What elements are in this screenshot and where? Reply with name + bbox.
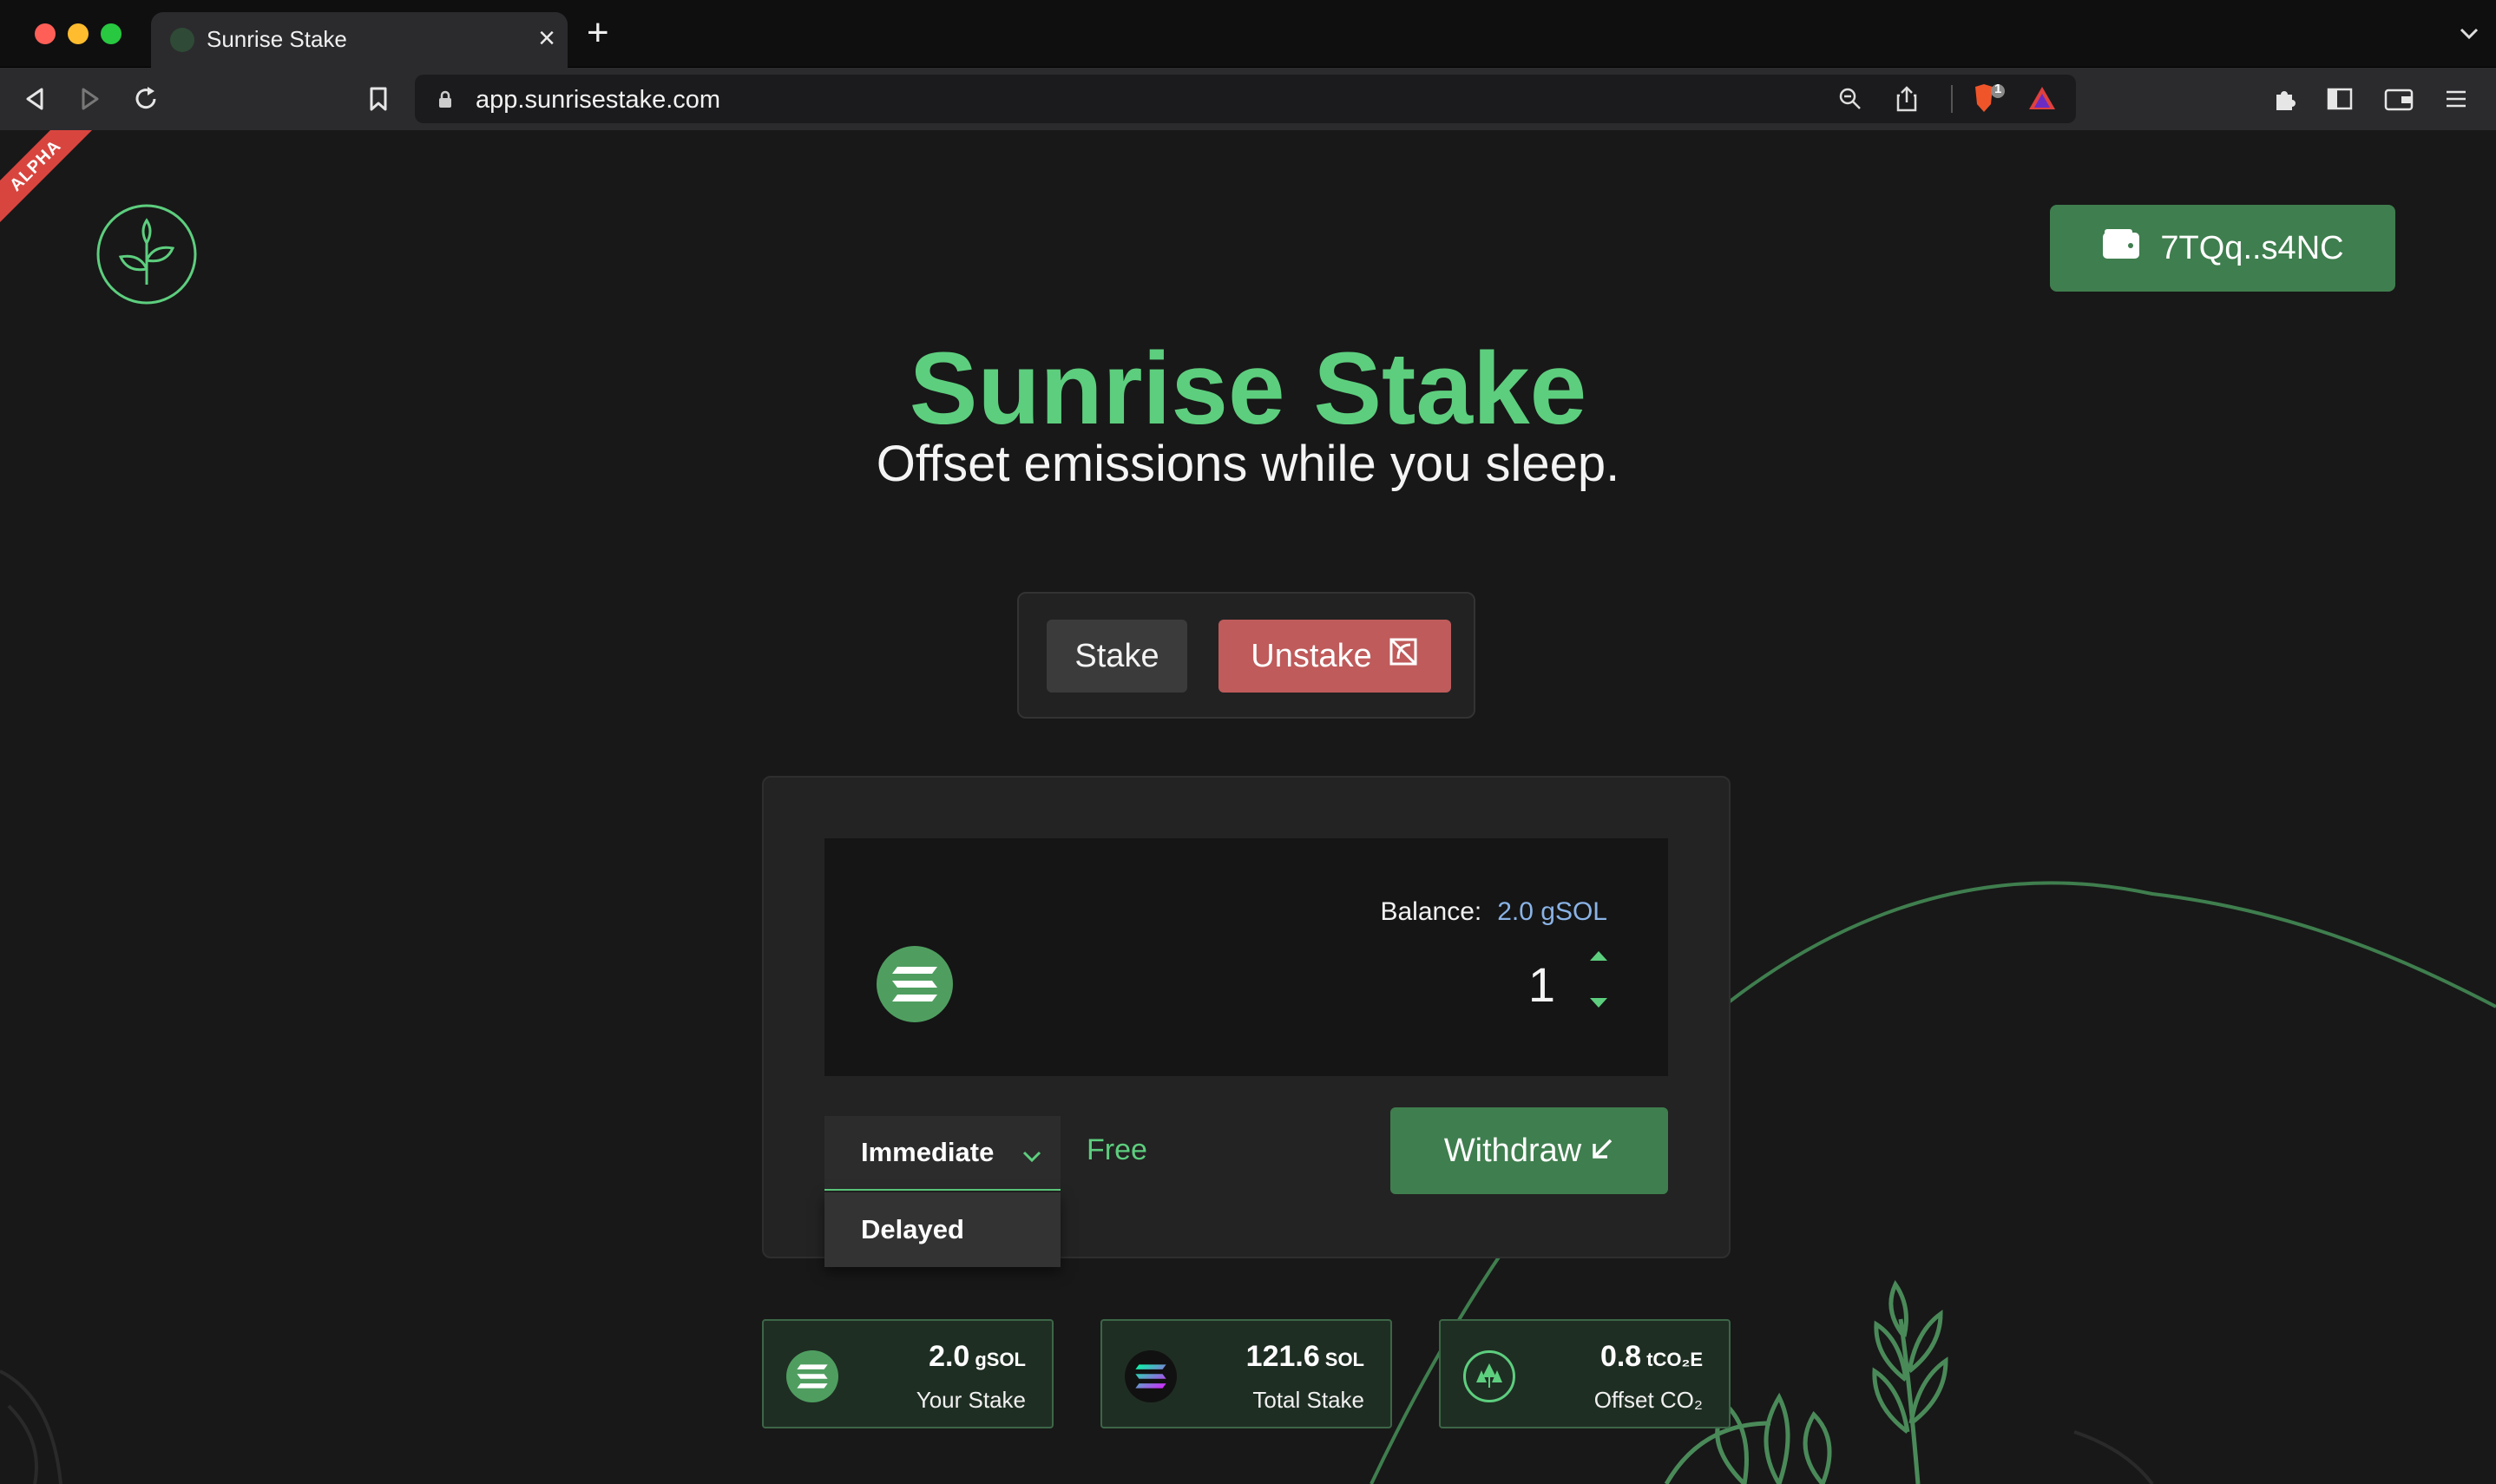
withdraw-button[interactable]: Withdraw <box>1390 1107 1668 1194</box>
stat-label: Offset CO₂ <box>1593 1387 1703 1413</box>
unstake-label: Unstake <box>1251 637 1372 674</box>
sol-token-icon <box>1125 1350 1177 1402</box>
app-page: ALPHA 7TQq..s4NC Sunrise Stake Offset em… <box>0 130 2496 1484</box>
page-title: Sunrise Stake <box>909 332 1587 446</box>
balance-label: Balance: <box>1380 897 1482 926</box>
reload-button[interactable] <box>125 78 167 120</box>
amount-input-box: Balance: 2.0 gSOL 1 <box>824 838 1668 1076</box>
unstake-tab[interactable]: Unstake <box>1218 620 1451 693</box>
stake-tab[interactable]: Stake <box>1047 620 1187 693</box>
chevron-down-icon <box>1022 1139 1041 1170</box>
fee-label: Free <box>1087 1133 1147 1166</box>
stat-value: 121.6 SOL <box>1246 1340 1364 1374</box>
favicon-icon <box>170 28 194 52</box>
wallet-address: 7TQq..s4NC <box>2160 229 2344 266</box>
balance-value[interactable]: 2.0 gSOL <box>1497 897 1607 926</box>
mode-switch: Stake Unstake <box>1017 592 1475 719</box>
url-text: app.sunrisestake.com <box>476 86 721 114</box>
amount-input[interactable]: 1 <box>1528 956 1555 1013</box>
withdraw-mode-selected: Immediate <box>861 1137 995 1167</box>
stat-value: 0.8 tCO₂E <box>1600 1340 1703 1374</box>
new-tab-button[interactable]: + <box>587 14 609 52</box>
wallet-icon <box>2101 227 2141 269</box>
gsol-token-icon <box>877 946 953 1022</box>
extensions-icon[interactable] <box>2263 78 2305 120</box>
arrow-down-left-icon <box>1590 1133 1614 1170</box>
increment-arrow-icon[interactable] <box>1590 951 1607 961</box>
zoom-icon[interactable] <box>1838 87 1862 115</box>
lock-icon <box>437 90 453 114</box>
stat-number: 2.0 <box>929 1340 970 1373</box>
stat-unit: tCO₂E <box>1646 1349 1703 1370</box>
withdraw-mode-select[interactable]: Immediate <box>824 1116 1061 1191</box>
alpha-ribbon: ALPHA <box>0 130 99 229</box>
sidebar-icon[interactable] <box>2319 78 2361 120</box>
forest-icon <box>1463 1350 1515 1402</box>
stat-label: Total Stake <box>1252 1387 1364 1413</box>
close-window-button[interactable] <box>35 23 56 44</box>
bookmark-button[interactable] <box>358 78 399 120</box>
unstake-panel: Balance: 2.0 gSOL 1 Immediate Delayed Fre… <box>762 776 1731 1267</box>
stat-unit: gSOL <box>975 1349 1026 1370</box>
stat-offset-co2: 0.8 tCO₂E Offset CO₂ <box>1439 1319 1731 1428</box>
tab-list-chevron-icon[interactable] <box>2460 19 2479 46</box>
browser-tab-strip: Sunrise Stake × + <box>0 0 2496 68</box>
brave-shield-icon[interactable]: 1 <box>1972 82 2007 119</box>
zoom-window-button[interactable] <box>101 23 122 44</box>
stat-value: 2.0 gSOL <box>929 1340 1026 1374</box>
decrement-arrow-icon[interactable] <box>1590 998 1607 1008</box>
gsol-token-icon <box>786 1350 838 1402</box>
stat-number: 121.6 <box>1245 1340 1320 1373</box>
close-tab-icon[interactable]: × <box>538 21 555 56</box>
stat-your-stake: 2.0 gSOL Your Stake <box>762 1319 1054 1428</box>
browser-tab[interactable]: Sunrise Stake × <box>151 12 568 68</box>
shield-badge: 1 <box>1994 82 2002 96</box>
back-button[interactable] <box>14 78 56 120</box>
browser-toolbar: app.sunrisestake.com 1 <box>0 68 2496 130</box>
page-subtitle: Offset emissions while you sleep. <box>876 436 1620 492</box>
forward-button[interactable] <box>69 78 111 120</box>
brave-rewards-icon[interactable] <box>2027 85 2057 115</box>
wallet-icon[interactable] <box>2378 78 2420 120</box>
share-icon[interactable] <box>1895 85 1918 117</box>
app-logo[interactable] <box>95 203 198 310</box>
divider <box>1951 85 1953 113</box>
stat-total-stake: 121.6 SOL Total Stake <box>1100 1319 1392 1428</box>
wallet-connect-button[interactable]: 7TQq..s4NC <box>2050 205 2395 292</box>
withdraw-mode-option-delayed[interactable]: Delayed <box>824 1192 1061 1267</box>
stat-label: Your Stake <box>916 1387 1026 1413</box>
unstake-icon <box>1388 636 1419 676</box>
menu-icon[interactable] <box>2435 78 2477 120</box>
balance-display: Balance: 2.0 gSOL <box>1380 897 1607 927</box>
tab-title: Sunrise Stake <box>207 26 347 52</box>
withdraw-label: Withdraw <box>1443 1132 1582 1169</box>
minimize-window-button[interactable] <box>68 23 89 44</box>
stat-number: 0.8 <box>1599 1340 1642 1373</box>
address-bar[interactable]: app.sunrisestake.com 1 <box>415 75 2076 123</box>
stat-unit: SOL <box>1324 1349 1364 1370</box>
